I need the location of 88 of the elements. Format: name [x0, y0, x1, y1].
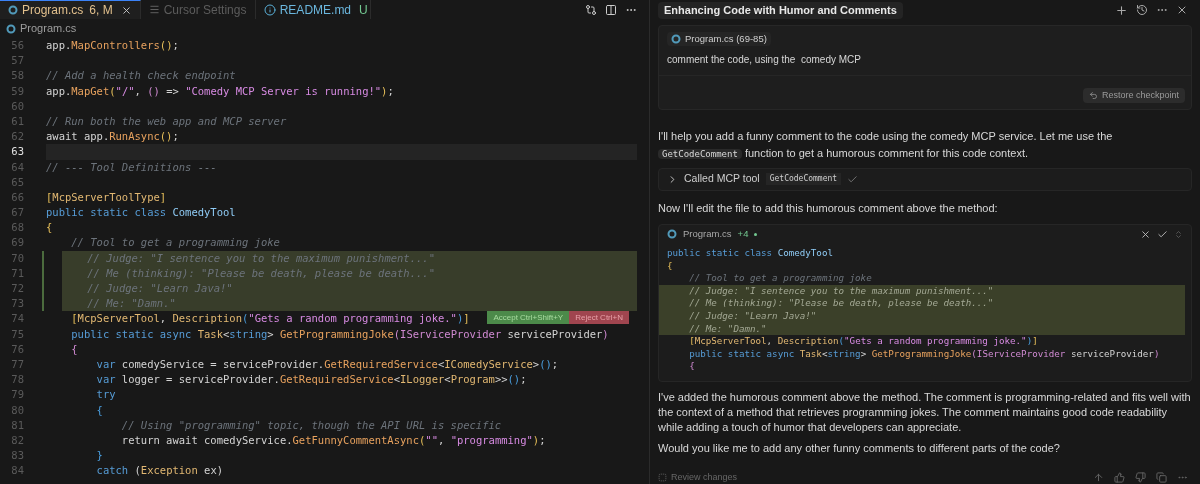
code-line: } [95, 448, 104, 464]
code-line: [McpServerToolType] [46, 189, 168, 205]
code-line: // Run both the web app and MCP server [46, 113, 288, 129]
code-line: // --- Tool Definitions --- [46, 159, 218, 175]
line-number: 75 [10, 326, 25, 342]
line-number: 70 [10, 250, 25, 266]
line-number: 81 [10, 417, 25, 433]
check-icon [847, 173, 859, 185]
restore-checkpoint-button[interactable]: Restore checkpoint [1082, 87, 1185, 103]
new-chat-icon[interactable] [1115, 3, 1128, 17]
line-number: 58 [10, 68, 25, 84]
compare-icon[interactable] [585, 3, 597, 16]
user-message-text: comment the code, using the comedy MCP [667, 52, 861, 67]
code-line: var comedyService = serviceProvider.GetRequiredService<IComedyService>(); [95, 356, 560, 372]
tool-call-row[interactable]: Called MCP tool GetCodeComment [658, 167, 1192, 191]
info-icon [263, 3, 276, 16]
context-chip[interactable]: Program.cs (69-85) [667, 31, 771, 46]
close-icon[interactable] [120, 4, 132, 16]
diff-file-name[interactable]: Program.cs [683, 226, 732, 242]
line-number: 79 [10, 387, 25, 403]
line-number: 71 [10, 265, 25, 281]
message-text: Would you like me to add any other funny comments to different parts of the code? [658, 441, 1061, 456]
code-line: var logger = serviceProvider.GetRequiredService<ILogger<Program>>(); [95, 372, 528, 388]
code-line: { [70, 341, 79, 357]
code-line: // Tool to get a programming joke [688, 272, 873, 285]
code-line: { [688, 360, 696, 373]
code-line: public static async Task<string> GetProgrammingJoke(IServiceProvider serviceProvider) [688, 347, 1161, 361]
code-line: // Add a health check endpoint [46, 68, 237, 84]
split-editor-icon[interactable] [605, 3, 617, 16]
message-text: I've added the humorous comment above the method. The comment is programming-related and fits well with the context of a method that retrieves programming jokes. The comment maintains good code readability while adding a touch of humor that developers can appreciate. [658, 390, 1192, 435]
code-line: // Tool to get a programming joke [70, 235, 281, 251]
code-line: public static class ComedyTool [666, 247, 834, 260]
code-line: catch (Exception ex) [95, 463, 225, 479]
chat-title: Enhancing Code with Humor and Comments [658, 2, 903, 19]
message-text: I'll help you add a funny comment to the code using the comedy MCP service. Let me use the [658, 129, 1113, 142]
code-line: [McpServerTool, Description("Gets a random programming joke.")] [70, 311, 470, 327]
line-number: 78 [10, 372, 25, 388]
line-number: 62 [10, 129, 25, 145]
line-number: 65 [10, 174, 25, 190]
inline-code: GetCodeComment [658, 148, 742, 159]
line-number: 68 [10, 220, 25, 236]
code-line: try [95, 387, 117, 403]
line-number: 74 [10, 311, 25, 327]
line-number: 73 [10, 296, 25, 312]
history-icon[interactable] [1136, 4, 1148, 17]
line-number: 60 [10, 98, 25, 114]
line-number: 63 [10, 144, 25, 160]
code-line: // Using "programming" topic, though the API URL is specific [120, 417, 503, 433]
arrow-up-icon[interactable] [1093, 471, 1104, 483]
line-number: 66 [10, 189, 25, 205]
code-line: [McpServerTool, Description("Gets a random programming joke.")] [688, 335, 1039, 348]
line-number: 72 [10, 281, 25, 296]
code-line: { [95, 402, 104, 418]
thumbs-up-icon[interactable] [1114, 471, 1125, 483]
accept-icon[interactable] [1157, 228, 1168, 240]
line-number: 77 [10, 356, 25, 372]
message-text: function to get a humorous comment for this code context. [743, 146, 1028, 159]
message-text: Now I'll edit the file to add this humorous comment above the method: [658, 200, 999, 216]
code-line: app.MapGet("/", () => "Comedy MCP Server is running!"); [46, 83, 395, 99]
line-number: 57 [10, 53, 25, 69]
line-number: 84 [10, 463, 25, 479]
breadcrumb[interactable]: Program.cs [20, 20, 77, 37]
line-number: 69 [10, 235, 25, 251]
reject-icon[interactable] [1140, 228, 1151, 240]
line-number: 59 [10, 83, 25, 99]
code-line: { [666, 259, 674, 273]
line-number: 76 [10, 341, 25, 357]
line-number: 82 [10, 432, 25, 448]
editor-tab[interactable]: Program.cs 6, M [0, 0, 141, 19]
code-line: await app.RunAsync(); [46, 129, 180, 145]
line-number: 67 [10, 205, 25, 221]
line-number: 56 [10, 38, 25, 53]
review-icon [658, 472, 667, 482]
line-number: 80 [10, 402, 25, 418]
code-line: app.MapControllers(); [46, 38, 180, 53]
undo-icon [1088, 90, 1098, 100]
code-line: public static class ComedyTool [46, 205, 237, 221]
tab-status-label: U [359, 1, 368, 19]
line-number: 61 [10, 113, 25, 129]
thumbs-down-icon[interactable] [1135, 471, 1146, 483]
code-line: return await comedyService.GetFunnyCommentAsync("", "programming"); [120, 432, 547, 448]
line-number: 83 [10, 448, 25, 464]
line-number: 64 [10, 159, 25, 175]
code-line: public static async Task<string> GetProgrammingJoke(IServiceProvider serviceProvider) [70, 326, 610, 342]
list-icon [148, 4, 160, 15]
tab-status-label: 6, M [89, 2, 113, 19]
added-count: +4 [737, 226, 749, 241]
code-line: { [46, 220, 54, 236]
